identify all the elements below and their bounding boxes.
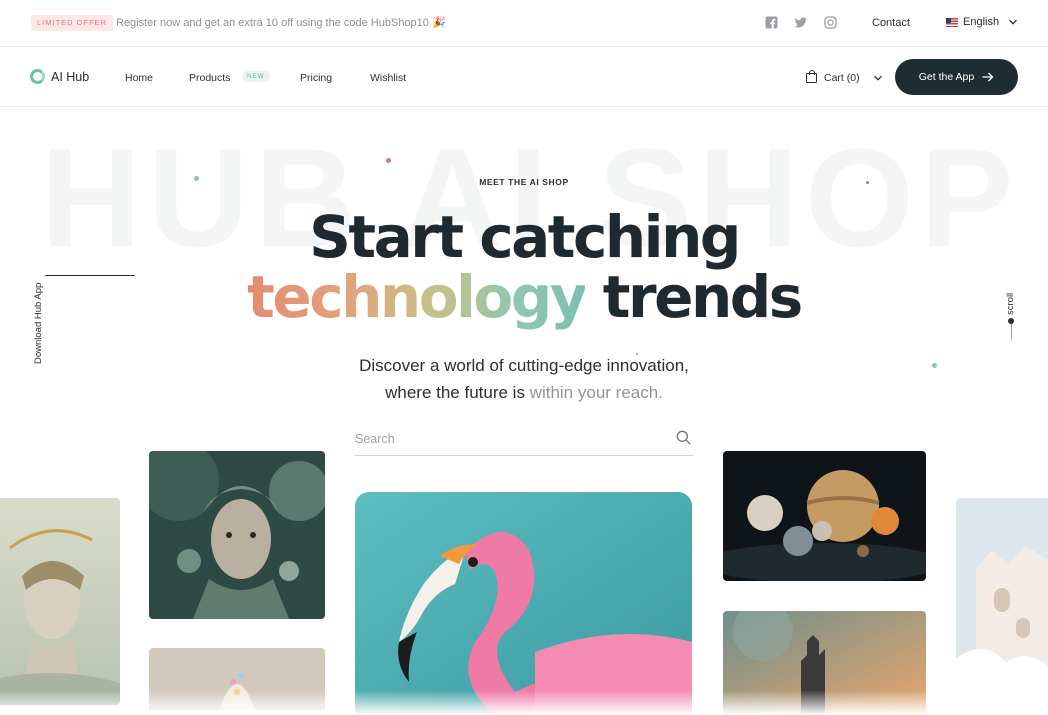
hero-headline-line2: technology trends — [0, 262, 1048, 332]
logo-ring-icon — [30, 69, 45, 84]
cart-label: Cart (0) — [824, 72, 860, 84]
language-selector[interactable]: English — [946, 16, 1018, 28]
limited-offer-badge: LIMITED OFFER — [31, 15, 114, 31]
nav-wishlist[interactable]: Wishlist — [370, 72, 406, 84]
subtitle-muted: within your reach. — [529, 383, 663, 402]
bottom-fade — [0, 690, 1048, 715]
promo-message: Register now and get an extra 10 off usi… — [116, 17, 446, 29]
headline-rest: trends — [585, 263, 804, 331]
search-icon[interactable] — [676, 430, 691, 445]
hero-subtitle-line1: Discover a world of cutting-edge innovat… — [359, 356, 689, 375]
hero-eyebrow: MEET THE AI SHOP — [479, 177, 569, 187]
nav-home[interactable]: Home — [125, 72, 153, 84]
twitter-icon[interactable] — [794, 16, 807, 29]
gallery-image-bust[interactable] — [0, 498, 120, 705]
get-the-app-button[interactable]: Get the App — [895, 59, 1018, 95]
scroll-label: scroll — [1005, 292, 1016, 315]
logo-text: AI Hub — [51, 69, 90, 84]
decor-dot — [386, 158, 391, 163]
chevron-down-icon — [873, 75, 882, 81]
subtitle-plain: where the future is — [385, 383, 530, 402]
nav-products[interactable]: Products — [189, 72, 230, 84]
contact-link[interactable]: Contact — [872, 17, 910, 29]
scroll-track — [1010, 324, 1012, 340]
download-app-line — [45, 275, 135, 276]
shopping-bag-icon — [806, 70, 817, 83]
hero-subtitle-line2: where the future is within your reach. — [0, 383, 1048, 403]
facebook-icon[interactable] — [765, 16, 778, 29]
ai-hub-logo[interactable]: AI Hub — [30, 69, 89, 84]
nav-pricing[interactable]: Pricing — [300, 72, 332, 84]
arrow-right-icon — [982, 72, 994, 82]
gallery-image-fantasy-castle[interactable] — [956, 498, 1048, 705]
download-app-label: Download Hub App — [33, 282, 44, 364]
gallery-image-planets[interactable] — [723, 451, 926, 581]
site-header: AI Hub Home Products Pricing Wishlist Ca… — [0, 47, 1048, 107]
cart-button[interactable]: Cart (0) — [806, 70, 883, 84]
search-bar — [355, 425, 693, 456]
get-the-app-label: Get the App — [918, 71, 975, 83]
announcement-bar: LIMITED OFFER Register now and get an ex… — [0, 0, 1048, 47]
gallery-image-flamingo[interactable] — [355, 492, 692, 715]
us-flag-icon — [946, 17, 958, 27]
chevron-down-icon — [1009, 19, 1018, 25]
language-label: English — [963, 16, 1000, 28]
search-input[interactable] — [355, 429, 655, 449]
decor-dot — [636, 353, 638, 355]
instagram-icon[interactable] — [824, 16, 837, 29]
headline-gradient-word: technology — [247, 263, 587, 331]
scroll-indicator[interactable]: scroll — [1003, 287, 1017, 357]
gallery-image-coral-woman[interactable] — [149, 451, 325, 619]
new-badge: NEW — [242, 71, 270, 82]
download-app-link[interactable]: Download Hub App — [33, 275, 135, 366]
